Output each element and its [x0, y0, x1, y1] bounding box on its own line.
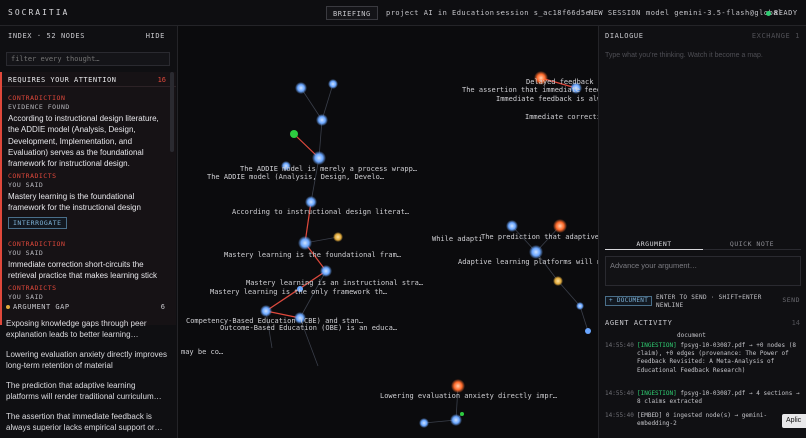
new-session-button[interactable]: NEW SESSION — [583, 6, 647, 20]
graph-node — [290, 130, 298, 138]
node-label[interactable]: The assertion that immediate feedbac — [462, 86, 598, 94]
graph-node — [451, 379, 465, 393]
tab-argument[interactable]: ARGUMENT — [605, 238, 703, 250]
contradicts-tag: CONTRADICTS — [8, 284, 57, 292]
session-id: session s_ac18f66d5e — [496, 9, 591, 17]
attention-count: 16 — [157, 76, 166, 84]
status-indicator: READY — [760, 6, 804, 20]
node-label[interactable]: While adapti — [432, 235, 483, 243]
graph-node — [419, 418, 429, 428]
top-bar: SOCRAITIA BRIEFING project AI in Educati… — [0, 0, 806, 26]
add-document-button[interactable]: + DOCUMENT — [605, 296, 653, 306]
attention-item-text[interactable]: Mastery learning is the foundational fra… — [8, 191, 168, 214]
graph-node — [316, 114, 328, 126]
gap-item[interactable]: Lowering evaluation anxiety directly imp… — [6, 349, 168, 372]
graph-node — [320, 265, 332, 277]
status-dot-icon — [766, 10, 771, 16]
attention-section: REQUIRES YOUR ATTENTION 16 CONTRADICTION… — [0, 72, 176, 325]
graph-node — [576, 302, 584, 310]
filter-input[interactable] — [6, 52, 170, 66]
status-text: READY — [774, 9, 798, 17]
node-label[interactable]: Adaptive learning platforms will make — [458, 258, 598, 266]
gap-item[interactable]: The assertion that immediate feedback is… — [6, 411, 168, 434]
attention-title: REQUIRES YOUR ATTENTION — [8, 76, 117, 84]
node-label[interactable]: Mastery learning is the only framework t… — [210, 288, 387, 296]
node-label[interactable]: Outcome-Based Education (OBE) is an educ… — [220, 324, 397, 332]
gap-dot-icon — [6, 305, 10, 309]
node-label[interactable]: According to instructional design litera… — [232, 208, 409, 216]
node-label[interactable]: The prediction that adaptive le — [481, 233, 598, 241]
index-title: INDEX · 52 NODES — [8, 32, 86, 40]
node-label[interactable]: Immediate feedback is alway — [496, 95, 598, 103]
graph-node — [553, 219, 567, 233]
agent-activity-count: 14 — [791, 319, 800, 327]
graph-node — [328, 79, 338, 89]
node-label[interactable]: The ADDIE model (Analysis, Design, Devel… — [207, 173, 384, 181]
dialogue-panel: DIALOGUE EXCHANGE 1 Type what you're thi… — [598, 26, 806, 438]
activity-body: [INGESTION] fpsyg-10-03087.pdf → +0 node… — [637, 342, 796, 374]
node-label[interactable]: Lowering evaluation anxiety directly imp… — [380, 392, 557, 400]
divider — [2, 86, 176, 87]
gap-item[interactable]: The prediction that adaptive learning pl… — [6, 380, 168, 403]
graph-node — [460, 412, 464, 416]
gap-item[interactable]: Exposing knowledge gaps through peer exp… — [6, 318, 168, 341]
sidebar-scrollbar[interactable] — [170, 72, 174, 152]
graph-node — [553, 276, 563, 286]
graph-node — [260, 305, 272, 317]
argument-gap-count: 6 — [160, 303, 165, 311]
dialogue-placeholder: Type what you're thinking. Watch it beco… — [605, 52, 763, 59]
node-label[interactable]: Immediate correctio — [525, 113, 598, 121]
graph-node — [585, 328, 591, 334]
graph-node — [333, 232, 343, 242]
argument-input[interactable]: Advance your argument… — [605, 256, 801, 286]
dialogue-title: DIALOGUE — [605, 32, 644, 40]
node-label[interactable]: Mastery learning is the foundational fra… — [224, 251, 401, 259]
node-label[interactable]: Mastery learning is an instructional str… — [246, 279, 423, 287]
graph-node — [450, 414, 462, 426]
node-label[interactable]: Delayed feedback p — [526, 78, 598, 86]
hide-sidebar-button[interactable]: HIDE — [146, 32, 165, 40]
attention-item-text[interactable]: According to instructional design litera… — [8, 113, 168, 169]
graph-node — [305, 196, 317, 208]
argument-map-canvas[interactable]: Delayed feedback p The assertion that im… — [178, 26, 598, 438]
agent-activity-title: AGENT ACTIVITY — [605, 319, 673, 327]
activity-body: [INGESTION] fpsyg-10-03087.pdf → 4 secti… — [637, 390, 800, 406]
input-tabs: ARGUMENT QUICK NOTE — [605, 238, 801, 250]
contradicts-tag: CONTRADICTS — [8, 172, 57, 180]
argument-gap-title: ARGUMENT GAP — [6, 303, 70, 311]
you-said-tag: YOU SAID — [8, 181, 44, 189]
exchange-counter: EXCHANGE 1 — [751, 32, 800, 40]
interrogate-button[interactable]: INTERROGATE — [8, 217, 67, 229]
graph-node — [506, 220, 518, 232]
contradiction-tag: CONTRADICTION — [8, 94, 66, 102]
you-said-tag: YOU SAID — [8, 293, 44, 301]
index-sidebar: INDEX · 52 NODES HIDE REQUIRES YOUR ATTE… — [0, 26, 178, 438]
tab-quick-note[interactable]: QUICK NOTE — [703, 238, 801, 250]
send-button[interactable]: SEND — [782, 296, 800, 304]
evidence-found-tag: EVIDENCE FOUND — [8, 103, 70, 111]
activity-time: 14:55:40 — [605, 390, 634, 397]
graph-node — [295, 82, 307, 94]
node-label[interactable]: The ADDIE model is merely a process wrap… — [240, 165, 417, 173]
graph-node — [312, 151, 326, 165]
activity-time: 14:55:40 — [605, 342, 634, 349]
briefing-button[interactable]: BRIEFING — [326, 6, 378, 20]
graph-node — [298, 236, 312, 250]
activity-time: 14:55:40 — [605, 412, 634, 419]
app-brand: SOCRAITIA — [8, 8, 70, 17]
node-label[interactable]: may be co… — [181, 348, 223, 356]
apply-button[interactable]: Aplic — [782, 414, 806, 428]
activity-body: [EMBED] 0 ingested node(s) → gemini-embe… — [637, 412, 768, 428]
activity-body: document — [677, 332, 706, 339]
you-said-tag: YOU SAID — [8, 249, 44, 257]
contradiction-tag: CONTRADICTION — [8, 240, 66, 248]
attention-item-text[interactable]: Immediate correction short-circuits the … — [8, 259, 168, 282]
send-hint: ENTER TO SEND · SHIFT+ENTER NEWLINE — [656, 294, 762, 309]
graph-node — [529, 245, 543, 259]
